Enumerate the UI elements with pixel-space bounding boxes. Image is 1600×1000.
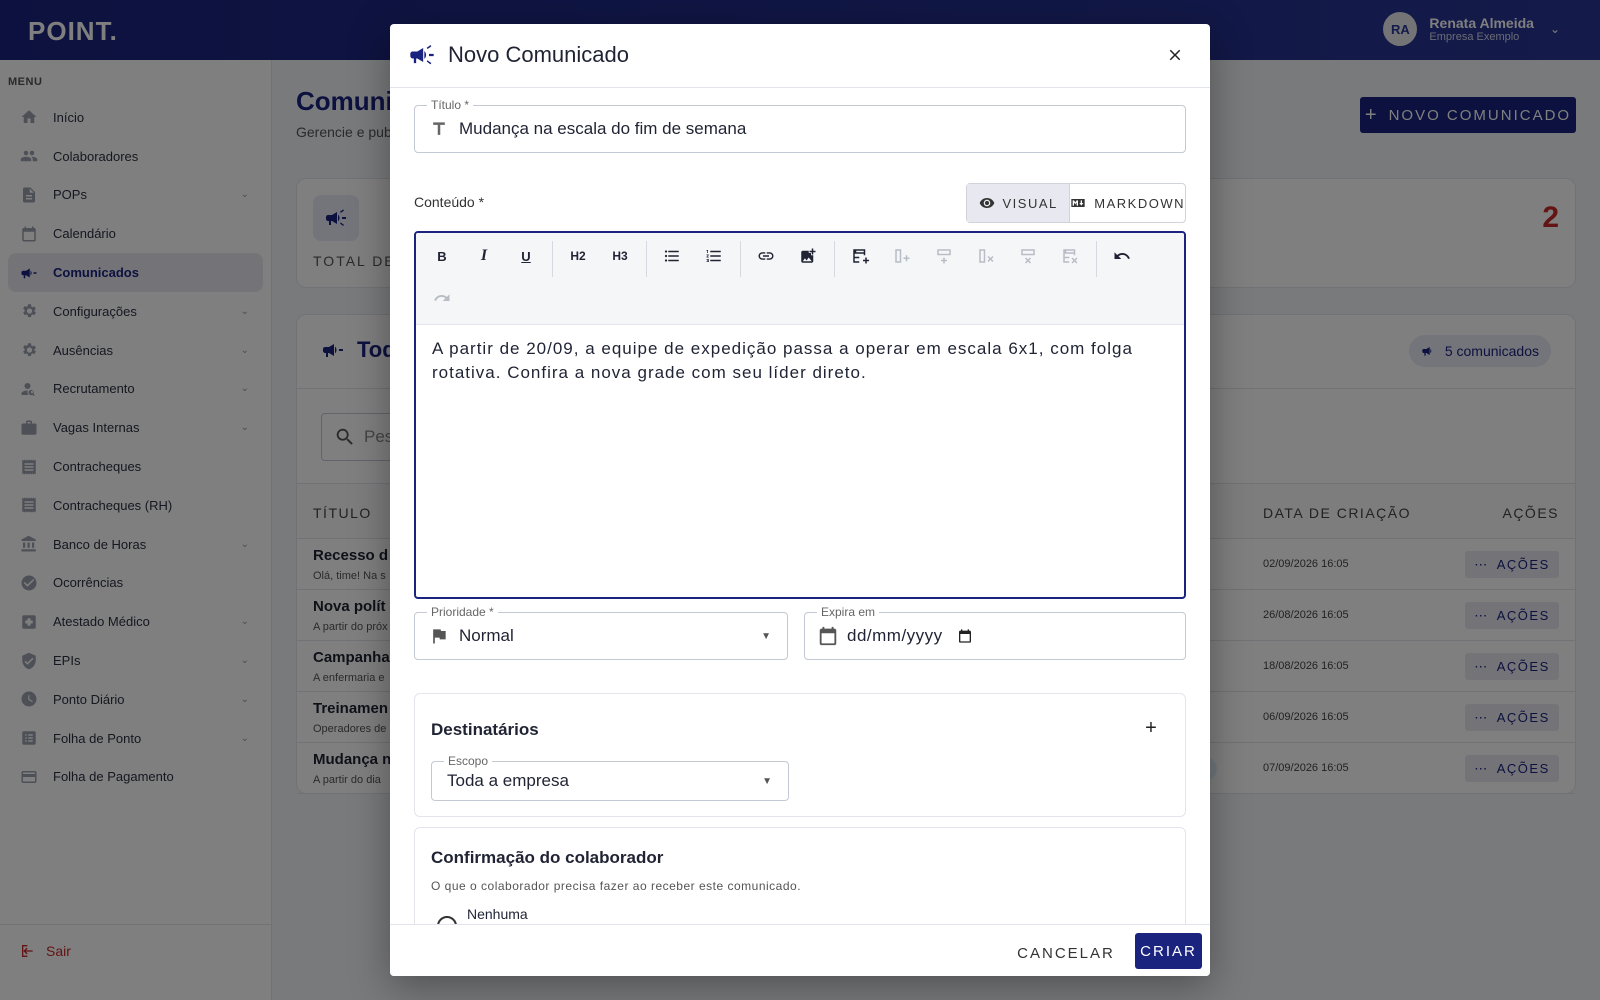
delete-table-button[interactable] (1058, 244, 1082, 268)
markdown-icon (1071, 199, 1085, 207)
recipients-title: Destinatários (431, 720, 539, 739)
link-icon (758, 252, 774, 260)
scope-value: Toda a empresa (447, 771, 569, 790)
insert-table-button[interactable] (848, 244, 872, 268)
markdown-mode-button[interactable]: MARKDOWN (1070, 184, 1185, 222)
image-add-icon (801, 248, 816, 263)
bold-button[interactable]: B (430, 244, 454, 268)
close-icon (1169, 49, 1181, 61)
plus-icon: + (1145, 716, 1157, 739)
scope-label: Escopo (444, 754, 493, 768)
visual-mode-button[interactable]: VISUAL (967, 184, 1071, 222)
priority-value: Normal (459, 626, 514, 645)
scope-select[interactable]: Escopo Toda a empresa ▼ (431, 754, 789, 801)
delete-column-button[interactable] (974, 244, 998, 268)
recipients-section: Destinatários + Escopo Toda a empresa ▼ (414, 693, 1186, 817)
heading2-button[interactable]: H2 (566, 244, 590, 268)
title-field-value: Mudança na escala do fim de semana (459, 119, 747, 138)
editor-content[interactable]: A partir de 20/09, a equipe de expedição… (432, 337, 1172, 385)
add-column-button[interactable] (890, 244, 914, 268)
bold-icon: B (437, 248, 447, 264)
expiry-label: Expira em (817, 605, 880, 619)
bullet-list-icon (664, 250, 679, 262)
confirmation-description: O que o colaborador precisa fazer ao rec… (431, 879, 802, 893)
link-button[interactable] (754, 244, 778, 268)
underline-button[interactable]: U (514, 244, 538, 268)
dialog-footer: CANCELAR CRIAR (390, 924, 1210, 976)
underline-icon: U (521, 248, 531, 264)
close-button[interactable] (1162, 42, 1188, 68)
row-add-icon (937, 249, 951, 264)
confirmation-title: Confirmação do colaborador (431, 848, 664, 867)
calendar-icon (819, 626, 837, 646)
add-recipient-button[interactable]: + (1139, 716, 1163, 740)
dropdown-arrow-icon: ▼ (761, 630, 771, 642)
rich-text-editor[interactable]: B I U H2 H3 A partir de 20/09, a equipe … (414, 231, 1186, 599)
title-field-label: Título * (427, 98, 474, 112)
row-remove-icon (1021, 249, 1035, 264)
redo-button[interactable] (430, 286, 454, 310)
cancel-button[interactable]: CANCELAR (1014, 935, 1118, 971)
dialog-title-text: Novo Comunicado (448, 42, 629, 67)
column-remove-icon (979, 249, 994, 263)
editor-toolbar: B I U H2 H3 (416, 233, 1184, 325)
calendar-picker-icon[interactable] (957, 628, 973, 644)
redo-icon (434, 294, 450, 301)
priority-label: Prioridade * (427, 605, 498, 619)
delete-row-button[interactable] (1016, 244, 1040, 268)
undo-icon (1114, 252, 1130, 259)
expiry-date-field[interactable]: Expira em dd/mm/yyyy (804, 605, 1186, 660)
eye-icon (979, 198, 994, 208)
heading3-button[interactable]: H3 (608, 244, 632, 268)
add-row-button[interactable] (932, 244, 956, 268)
italic-button[interactable]: I (472, 244, 496, 268)
expiry-placeholder: dd/mm/yyyy (847, 626, 943, 645)
flag-icon (433, 629, 446, 644)
column-add-icon (895, 249, 910, 263)
create-button[interactable]: CRIAR (1135, 933, 1202, 969)
markdown-mode-label: MARKDOWN (1094, 195, 1185, 211)
dropdown-arrow-icon: ▼ (762, 775, 772, 787)
visual-mode-label: VISUAL (1002, 195, 1058, 211)
bullet-list-button[interactable] (660, 244, 684, 268)
heading3-icon: H3 (612, 249, 628, 263)
priority-select[interactable]: Prioridade * Normal ▼ (414, 605, 788, 660)
new-announcement-dialog: Novo Comunicado Título * Mudança na esca… (390, 24, 1210, 976)
content-label: Conteúdo * (414, 194, 485, 210)
text-icon (433, 122, 445, 135)
editor-mode-toggle: VISUAL MARKDOWN (966, 183, 1186, 223)
table-add-icon (853, 249, 869, 264)
heading2-icon: H2 (570, 249, 586, 263)
title-field[interactable]: Título * Mudança na escala do fim de sem… (414, 98, 1186, 153)
insert-image-button[interactable] (796, 244, 820, 268)
megaphone-icon (410, 44, 434, 65)
numbered-list-button[interactable] (702, 244, 726, 268)
italic-icon: I (480, 247, 488, 264)
dialog-header: Novo Comunicado (390, 24, 1210, 88)
numbered-list-icon (706, 250, 721, 262)
undo-button[interactable] (1110, 244, 1134, 268)
table-remove-icon (1063, 249, 1078, 264)
dialog-title: Novo Comunicado (408, 41, 629, 69)
